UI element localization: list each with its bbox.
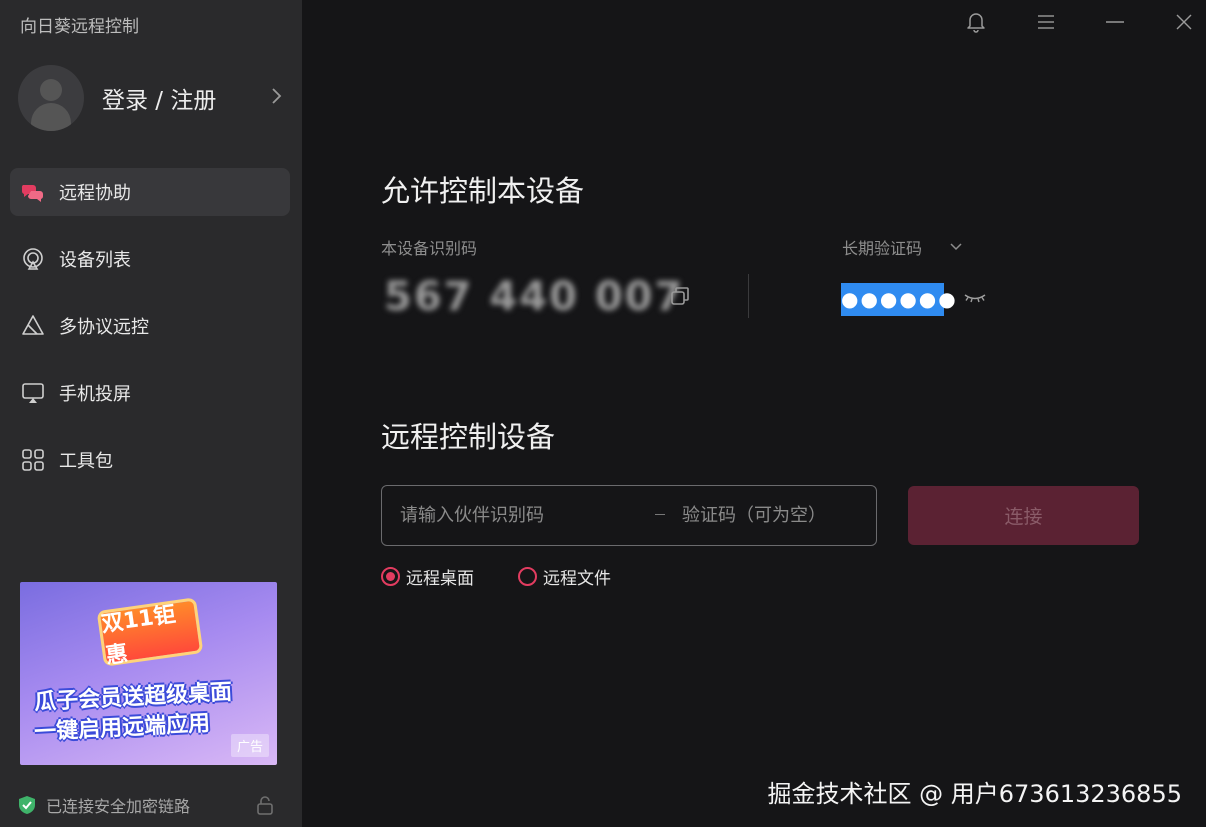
sidebar-item-toolbox[interactable]: 工具包	[10, 436, 290, 484]
watermark: 掘金技术社区 @ 用户673613236855	[767, 780, 1183, 808]
eye-closed-icon[interactable]	[962, 288, 988, 306]
sidebar-item-label: 手机投屏	[59, 384, 131, 405]
device-list-icon	[20, 246, 46, 272]
sidebar-item-label: 设备列表	[59, 250, 131, 271]
mode-remote-desktop[interactable]: 远程桌面	[381, 564, 474, 589]
mode-label: 远程文件	[543, 569, 611, 589]
chevron-right-icon	[272, 88, 282, 104]
sidebar-item-label: 远程协助	[59, 183, 131, 204]
sidebar-item-label: 多协议远控	[59, 317, 149, 338]
lock-icon[interactable]	[256, 795, 274, 815]
minimize-icon	[1106, 21, 1124, 23]
avatar	[18, 65, 84, 131]
menu-icon	[1038, 15, 1054, 29]
radio-unchecked-icon	[518, 567, 537, 586]
partner-connect-box	[381, 485, 877, 546]
app-title: 向日葵远程控制	[20, 17, 139, 37]
connect-button[interactable]: 连接	[908, 486, 1139, 545]
verification-code-input[interactable]	[682, 486, 862, 545]
bell-icon	[967, 13, 985, 33]
close-button[interactable]	[1169, 8, 1199, 36]
login-register-label: 登录 / 注册	[102, 88, 217, 114]
main-menu-button[interactable]	[1031, 8, 1061, 36]
ad-tag: 广告	[230, 734, 269, 757]
separator-dash	[655, 514, 665, 515]
promo-banner[interactable]: 双11钜惠 瓜子会员送超级桌面 一键启用远端应用 广告	[20, 582, 277, 765]
copy-icon[interactable]	[668, 284, 692, 308]
sidebar-item-label: 工具包	[59, 451, 113, 472]
sidebar-nav: 远程协助 设备列表 多协议远控 手机投屏 工具包	[0, 168, 302, 503]
login-register-row[interactable]: 登录 / 注册	[18, 64, 283, 132]
sidebar-item-multi-protocol[interactable]: 多协议远控	[10, 302, 290, 350]
password-label[interactable]: 长期验证码	[842, 235, 922, 259]
minimize-button[interactable]	[1100, 8, 1130, 36]
screen-cast-icon	[20, 380, 46, 406]
radio-checked-icon	[381, 567, 400, 586]
shield-check-icon	[19, 796, 35, 814]
sidebar-item-remote-assist[interactable]: 远程协助	[10, 168, 290, 216]
multi-protocol-icon	[20, 313, 46, 339]
password-value[interactable]: ●●●●●●	[841, 283, 956, 316]
allow-control-title: 允许控制本设备	[381, 174, 585, 208]
close-icon	[1176, 14, 1192, 30]
sidebar-item-screen-cast[interactable]: 手机投屏	[10, 369, 290, 417]
chevron-down-icon[interactable]	[948, 241, 964, 253]
secure-connection-label: 已连接安全加密链路	[46, 797, 191, 816]
toolbox-icon	[20, 447, 46, 473]
notification-bell-button[interactable]	[961, 8, 991, 36]
mode-remote-file[interactable]: 远程文件	[518, 564, 611, 589]
promo-badge: 双11钜惠	[96, 597, 204, 669]
divider	[748, 274, 749, 318]
device-id-value: 567 440 007	[384, 274, 685, 320]
partner-id-input[interactable]	[400, 486, 640, 545]
secure-connection-status: 已连接安全加密链路	[18, 793, 278, 817]
remote-control-title: 远程控制设备	[381, 420, 556, 454]
device-id-label: 本设备识别码	[381, 239, 478, 258]
sidebar-item-device-list[interactable]: 设备列表	[10, 235, 290, 283]
mode-label: 远程桌面	[406, 569, 474, 589]
remote-assist-icon	[20, 179, 46, 205]
sidebar: 向日葵远程控制 登录 / 注册 远程协助 设备列表 多协议远控 手机投屏 工具包…	[0, 0, 302, 827]
